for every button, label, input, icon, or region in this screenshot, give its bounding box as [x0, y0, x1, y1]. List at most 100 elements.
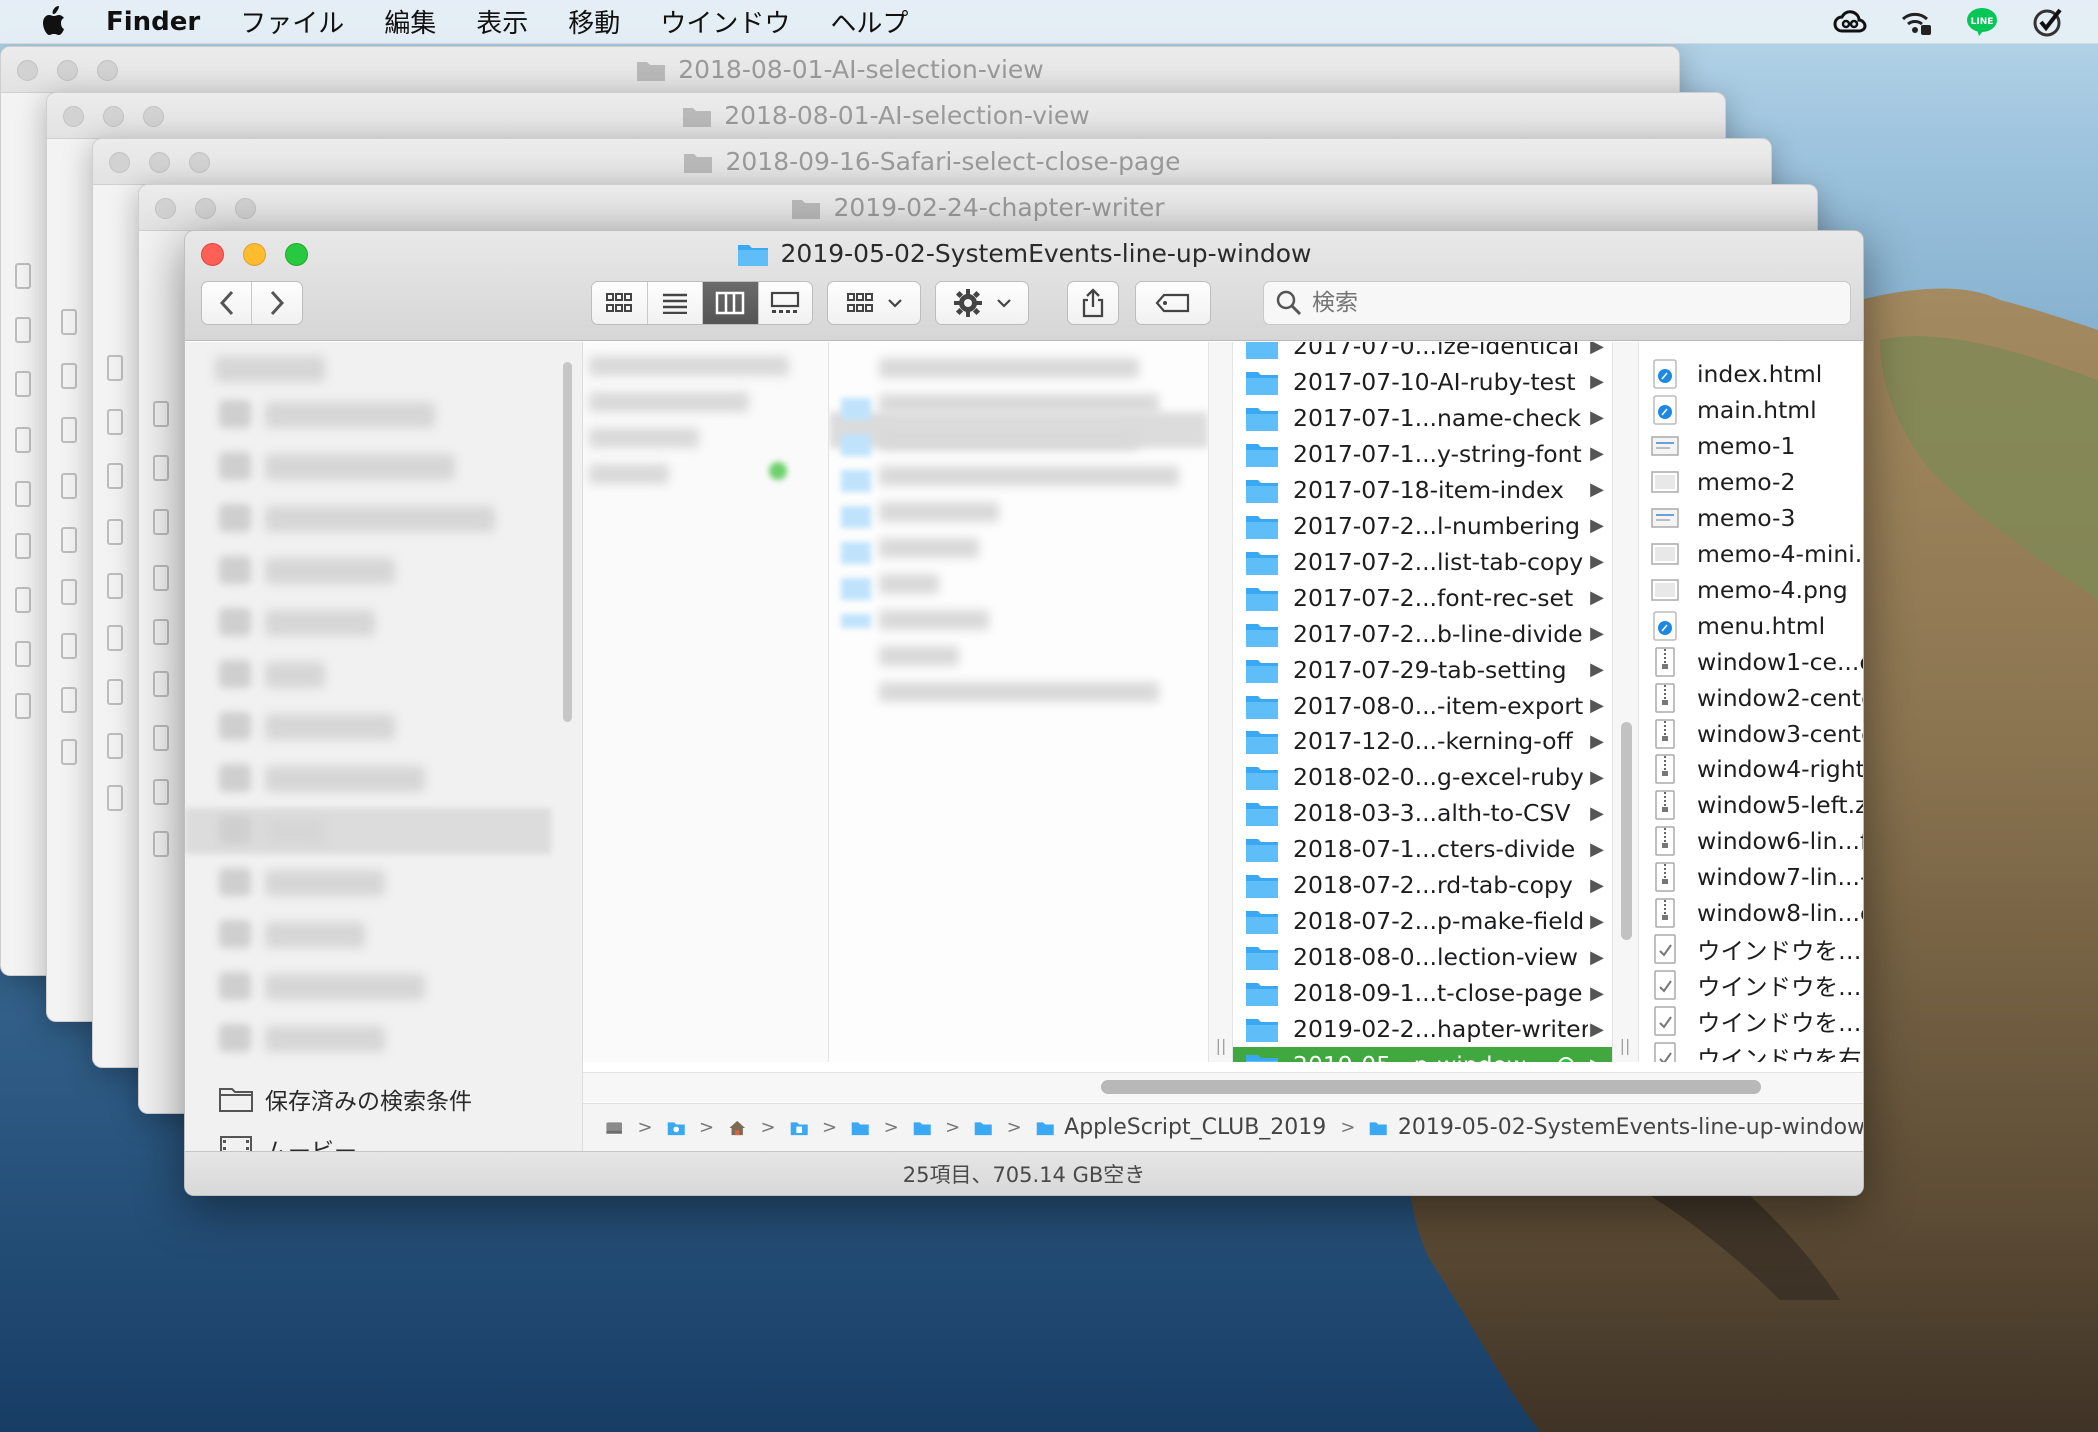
- minimize-button[interactable]: [149, 152, 170, 173]
- folder-row[interactable]: 2018-07-2...rd-tab-copy ▶: [1233, 867, 1612, 903]
- zoom-button[interactable]: [189, 152, 210, 173]
- file-row[interactable]: memo-4.png: [1639, 572, 1863, 608]
- menu-go[interactable]: 移動: [568, 3, 620, 40]
- folder-row-selected[interactable]: 2019-05...p-window ▶: [1233, 1047, 1612, 1062]
- zoom-button[interactable]: [143, 106, 164, 127]
- folder-row[interactable]: 2018-07-2...p-make-field ▶: [1233, 903, 1612, 939]
- sidebar-item-saved-search[interactable]: 保存済みの検索条件: [219, 1082, 472, 1116]
- group-by-menu[interactable]: [827, 281, 921, 325]
- gallery-view-button[interactable]: [759, 282, 813, 324]
- column-resize-handle[interactable]: ||: [1613, 342, 1639, 1062]
- folder-row[interactable]: 2018-03-3...alth-to-CSV ▶: [1233, 795, 1612, 831]
- column-1[interactable]: [583, 342, 829, 1062]
- folder-row[interactable]: 2017-07-2...font-rec-set ▶: [1233, 580, 1612, 616]
- file-row[interactable]: memo-2: [1639, 464, 1863, 500]
- folder-row[interactable]: 2017-07-2...b-line-divide ▶: [1233, 616, 1612, 652]
- folder-row[interactable]: 2017-08-0...-item-export ▶: [1233, 688, 1612, 724]
- file-row[interactable]: window2-cente: [1639, 680, 1863, 716]
- folder-row[interactable]: 2017-07-0...ize-identical ▶: [1233, 342, 1612, 364]
- sidebar-scrollbar[interactable]: [563, 362, 572, 722]
- minimize-button[interactable]: [103, 106, 124, 127]
- action-menu[interactable]: [935, 281, 1029, 325]
- folder-row[interactable]: 2018-02-0...g-excel-ruby ▶: [1233, 759, 1612, 795]
- column-resize-handle[interactable]: ||: [1209, 342, 1233, 1062]
- file-row[interactable]: ウインドウを…大: [1639, 1003, 1863, 1039]
- list-view-button[interactable]: [648, 282, 703, 324]
- file-row[interactable]: index.html: [1639, 356, 1863, 392]
- menu-edit[interactable]: 編集: [384, 3, 436, 40]
- documents-folder-icon[interactable]: [790, 1117, 808, 1139]
- folder-row[interactable]: 2017-07-29-tab-setting ▶: [1233, 652, 1612, 688]
- folder-row[interactable]: 2017-07-18-item-index ▶: [1233, 472, 1612, 508]
- file-row[interactable]: window8-lin...e: [1639, 895, 1863, 931]
- file-row[interactable]: window5-left.z: [1639, 787, 1863, 823]
- menu-window[interactable]: ウインドウ: [660, 3, 790, 40]
- menu-help[interactable]: ヘルプ: [830, 3, 908, 40]
- search-input[interactable]: [1312, 290, 1812, 316]
- path-item-current-folder[interactable]: 2019-05-02-SystemEvents-line-up-window: [1398, 1115, 1863, 1140]
- tag-button[interactable]: [1135, 281, 1211, 325]
- sidebar-item-movies[interactable]: ムービー: [219, 1132, 357, 1151]
- forward-button[interactable]: [252, 282, 302, 324]
- folder-row[interactable]: 2019-02-2...hapter-writer ▶: [1233, 1011, 1612, 1047]
- folder-row[interactable]: 2018-09-1...t-close-page ▶: [1233, 975, 1612, 1011]
- search-field[interactable]: [1263, 281, 1851, 325]
- hard-drive-icon[interactable]: [605, 1116, 623, 1140]
- file-row[interactable]: ウインドウを…タ: [1639, 931, 1863, 967]
- zoom-button[interactable]: [97, 60, 118, 81]
- icon-view-button[interactable]: [592, 282, 648, 324]
- share-button[interactable]: [1067, 281, 1119, 325]
- file-row[interactable]: window4-right.: [1639, 751, 1863, 787]
- line-icon[interactable]: LINE: [1962, 4, 2002, 40]
- file-row[interactable]: window1-ce...e: [1639, 644, 1863, 680]
- folder-row[interactable]: 2018-07-1...cters-divide ▶: [1233, 831, 1612, 867]
- creative-cloud-icon[interactable]: [1830, 4, 1870, 40]
- file-row[interactable]: memo-1: [1639, 428, 1863, 464]
- finder-window[interactable]: 2019-05-02-SystemEvents-line-up-window 検…: [184, 230, 1864, 1196]
- column-3-scrollbar[interactable]: [1621, 722, 1632, 940]
- folder-icon[interactable]: [974, 1117, 992, 1139]
- column-4-files[interactable]: index.html main.html memo-1 memo-2 memo-3 mem…: [1639, 342, 1863, 1062]
- users-folder-icon[interactable]: [667, 1117, 685, 1139]
- column-view-button[interactable]: [703, 282, 759, 324]
- file-row[interactable]: memo-3: [1639, 500, 1863, 536]
- file-row[interactable]: window3-cente: [1639, 716, 1863, 752]
- folder-row[interactable]: 2017-12-0...-kerning-off ▶: [1233, 723, 1612, 759]
- wifi-lock-icon[interactable]: [1896, 4, 1936, 40]
- minimize-button[interactable]: [57, 60, 78, 81]
- folder-icon[interactable]: [851, 1117, 869, 1139]
- folder-row[interactable]: 2018-08-0...lection-view ▶: [1233, 939, 1612, 975]
- close-button[interactable]: [155, 198, 176, 219]
- file-row[interactable]: menu.html: [1639, 608, 1863, 644]
- folder-icon[interactable]: [913, 1117, 931, 1139]
- horizontal-scroll-thumb[interactable]: [1101, 1080, 1761, 1094]
- folder-row[interactable]: 2017-07-1...y-string-font ▶: [1233, 436, 1612, 472]
- close-button[interactable]: [17, 60, 38, 81]
- close-button[interactable]: [109, 152, 130, 173]
- folder-row[interactable]: 2017-07-1...name-check ▶: [1233, 400, 1612, 436]
- folder-row[interactable]: 2017-07-2...list-tab-copy ▶: [1233, 544, 1612, 580]
- folder-row[interactable]: 2017-07-2...l-numbering ▶: [1233, 508, 1612, 544]
- file-row[interactable]: window7-lin...-: [1639, 859, 1863, 895]
- minimize-button[interactable]: [195, 198, 216, 219]
- menu-finder[interactable]: Finder: [106, 7, 200, 37]
- menu-view[interactable]: 表示: [476, 3, 528, 40]
- file-row[interactable]: ウインドウを…に: [1639, 967, 1863, 1003]
- menu-file[interactable]: ファイル: [240, 3, 344, 40]
- file-row[interactable]: memo-4-mini.p: [1639, 536, 1863, 572]
- check-circle-icon[interactable]: [2028, 4, 2068, 40]
- column-3-folders[interactable]: 2017-07-0...ize-identical ▶ 2017-07-10-AI-…: [1233, 342, 1613, 1062]
- file-row[interactable]: main.html: [1639, 392, 1863, 428]
- column-2[interactable]: [829, 342, 1209, 1062]
- zoom-button[interactable]: [235, 198, 256, 219]
- home-icon[interactable]: [728, 1116, 746, 1140]
- close-button[interactable]: [63, 106, 84, 127]
- file-row[interactable]: ウインドウを右に: [1639, 1039, 1863, 1062]
- file-name: memo-1: [1697, 431, 1796, 460]
- file-row[interactable]: window6-lin...ft: [1639, 823, 1863, 859]
- path-bar: > > > > > > > AppleScript_CLUB_2019 > 20…: [583, 1103, 1863, 1151]
- path-item-applescript-club[interactable]: AppleScript_CLUB_2019: [1064, 1115, 1326, 1140]
- back-button[interactable]: [202, 282, 253, 324]
- folder-row[interactable]: 2017-07-10-AI-ruby-test ▶: [1233, 364, 1612, 400]
- apple-menu-icon[interactable]: [40, 5, 70, 39]
